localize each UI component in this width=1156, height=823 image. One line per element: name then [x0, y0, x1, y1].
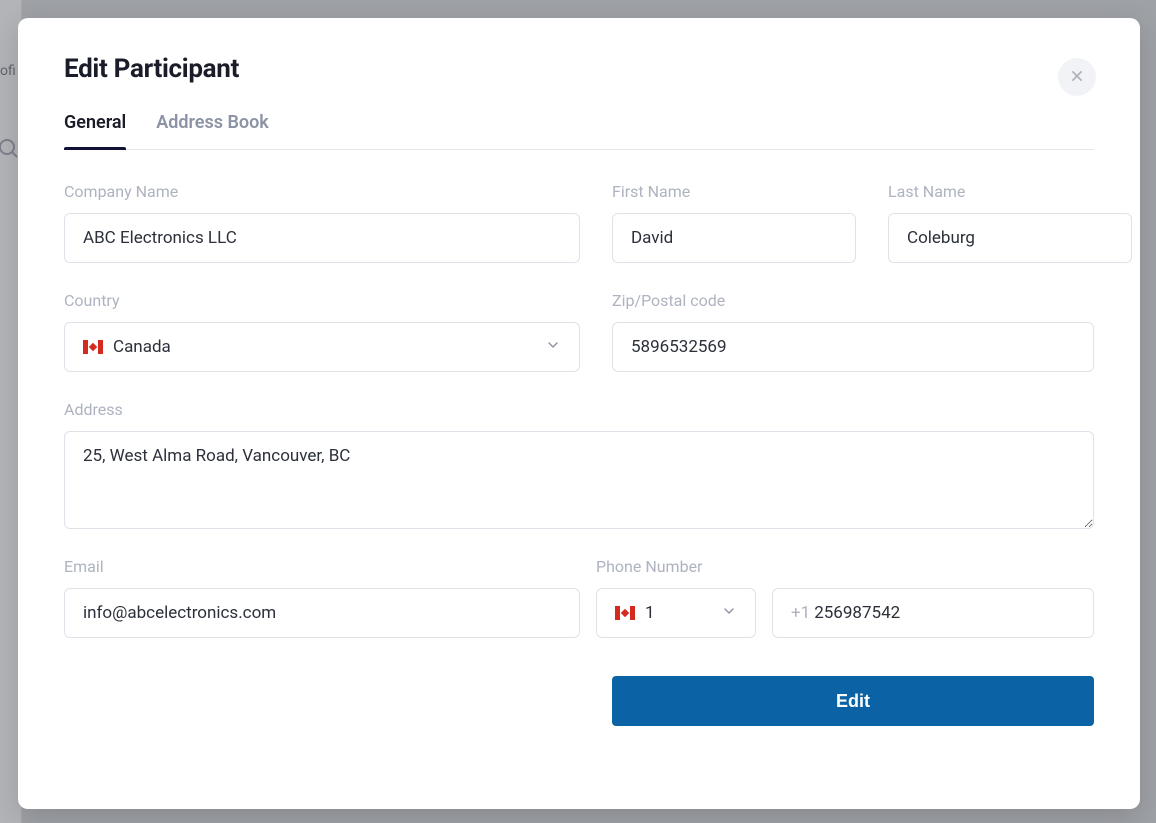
tab-address-book[interactable]: Address Book — [156, 112, 269, 149]
tabs: General Address Book — [64, 112, 1094, 150]
label-phone: Phone Number — [596, 557, 756, 576]
edit-participant-modal: Edit Participant General Address Book Co… — [18, 18, 1140, 809]
phone-country-code-select[interactable]: 1 — [596, 588, 756, 638]
canada-flag-icon — [83, 340, 103, 354]
field-phone-number: . +1 — [772, 557, 1094, 638]
close-icon — [1070, 69, 1084, 86]
chevron-down-icon — [721, 603, 737, 624]
label-first-name: First Name — [612, 182, 856, 201]
field-zip: Zip/Postal code — [612, 291, 1094, 372]
email-input[interactable] — [64, 588, 580, 638]
country-select-value: Canada — [113, 337, 171, 357]
label-last-name: Last Name — [888, 182, 1132, 201]
field-email: Email — [64, 557, 580, 638]
label-address: Address — [64, 400, 1094, 419]
country-select[interactable]: Canada — [64, 322, 580, 372]
form: Company Name First Name Last Name Countr… — [64, 182, 1094, 726]
last-name-input[interactable] — [888, 213, 1132, 263]
phone-prefix: +1 — [791, 603, 810, 623]
close-button[interactable] — [1058, 58, 1096, 96]
address-input[interactable] — [64, 431, 1094, 529]
first-name-input[interactable] — [612, 213, 856, 263]
canada-flag-icon — [615, 606, 635, 620]
field-company-name: Company Name — [64, 182, 580, 263]
field-address: Address — [64, 400, 1094, 529]
edit-submit-button[interactable]: Edit — [612, 676, 1094, 726]
phone-number-input-wrap[interactable]: +1 — [772, 588, 1094, 638]
label-company-name: Company Name — [64, 182, 580, 201]
label-country: Country — [64, 291, 580, 310]
field-last-name: Last Name — [888, 182, 1132, 263]
tab-general[interactable]: General — [64, 112, 126, 149]
field-first-name: First Name — [612, 182, 856, 263]
modal-title: Edit Participant — [64, 54, 1094, 84]
phone-number-input[interactable] — [814, 589, 1081, 637]
field-country: Country Canada — [64, 291, 580, 372]
label-email: Email — [64, 557, 580, 576]
field-phone-code: Phone Number 1 — [596, 557, 756, 638]
zip-input[interactable] — [612, 322, 1094, 372]
company-name-input[interactable] — [64, 213, 580, 263]
chevron-down-icon — [545, 337, 561, 358]
phone-dial-code-value: 1 — [645, 603, 655, 623]
label-zip: Zip/Postal code — [612, 291, 1094, 310]
